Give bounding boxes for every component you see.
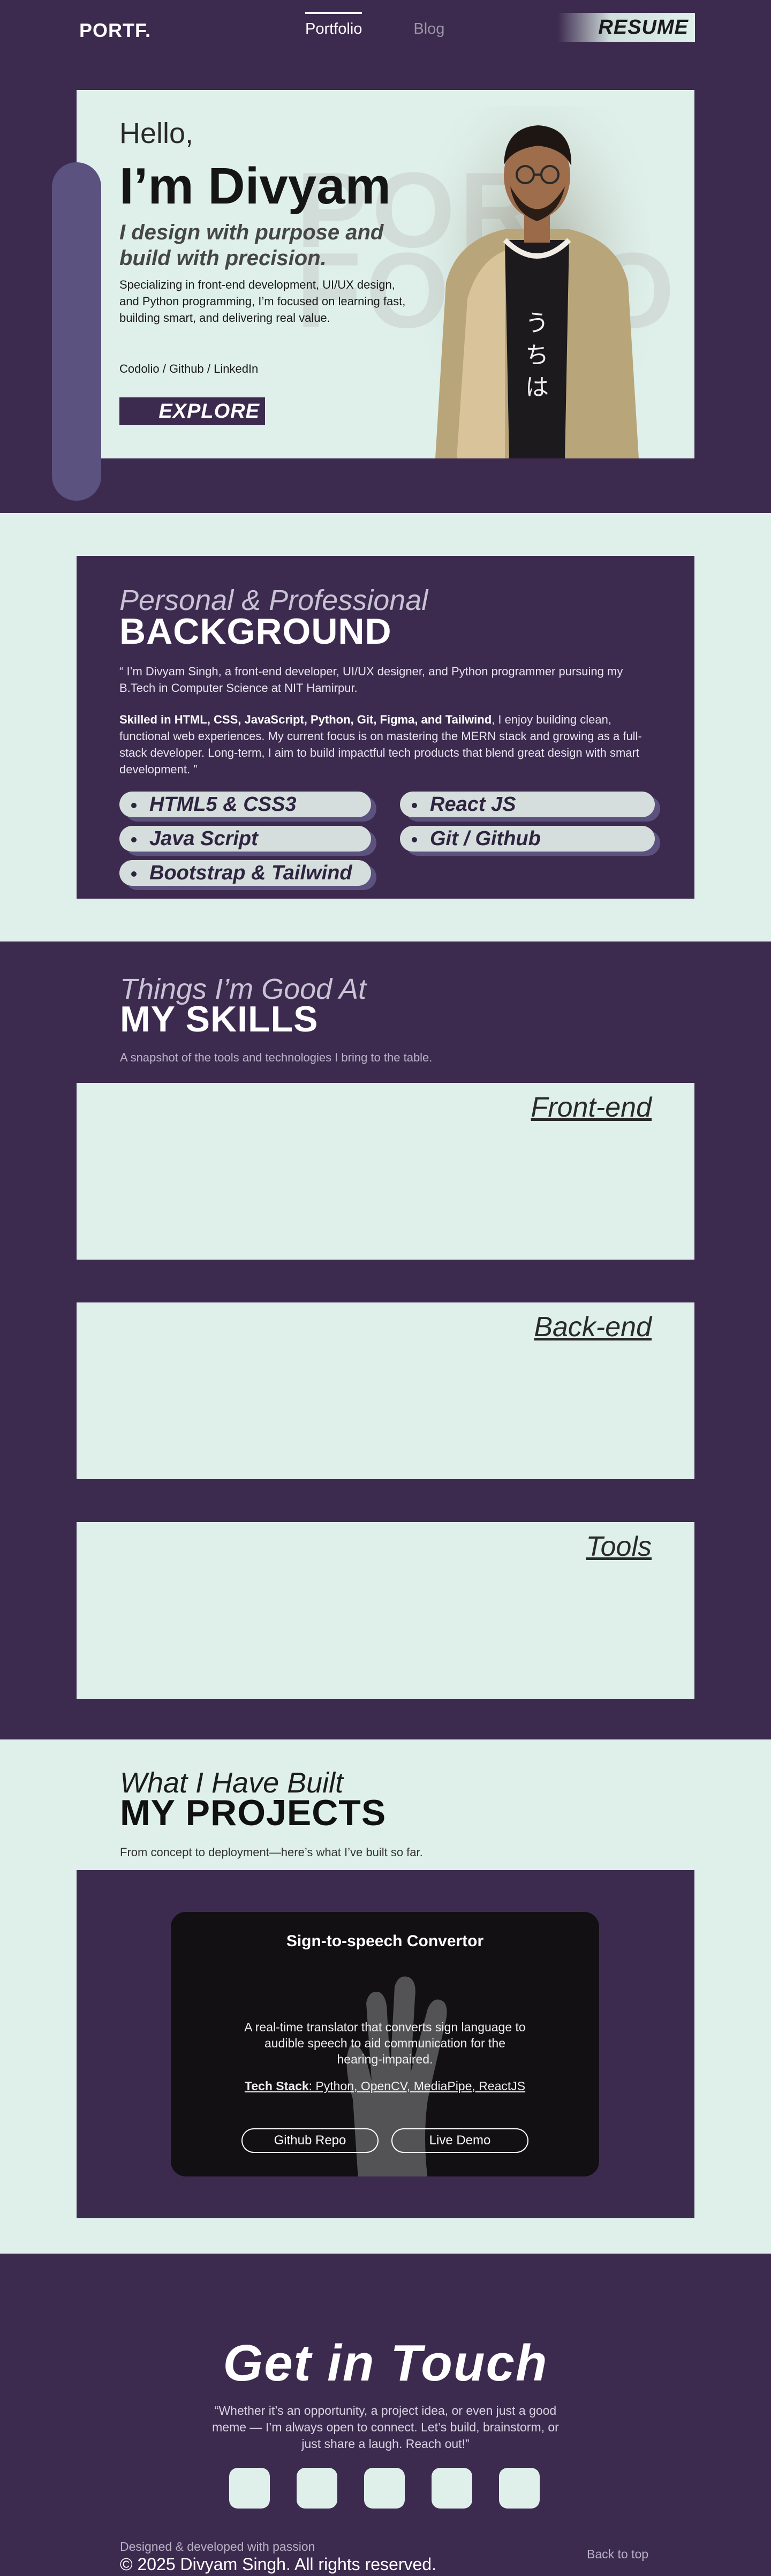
skill-box-tools: Tools <box>77 1522 694 1699</box>
background-card: Personal & Professional BACKGROUND “ I’m… <box>77 556 694 899</box>
bullet-icon <box>131 837 137 842</box>
main-nav: Portfolio Blog <box>305 12 444 38</box>
social-icon-2[interactable] <box>297 2468 337 2509</box>
site-header: PORTF. Portfolio Blog RESUME <box>0 0 771 57</box>
project-description: A real-time translator that converts sig… <box>244 2020 526 2066</box>
background-title: BACKGROUND <box>119 611 392 652</box>
bullet-icon <box>131 871 137 877</box>
background-skills-text: Skilled in HTML, CSS, JavaScript, Python… <box>119 711 655 778</box>
svg-text:は: は <box>525 374 549 401</box>
hero-section: POR FO LIO Hello, I’m Divyam I design wi… <box>0 57 771 513</box>
skills-title: MY SKILLS <box>120 999 319 1040</box>
hero-social-links[interactable]: Codolio / Github / LinkedIn <box>119 362 258 376</box>
github-repo-button[interactable]: Github Repo <box>241 2128 379 2153</box>
hero-tagline: I design with purpose and build with pre… <box>119 221 384 270</box>
contact-section: Get in Touch “Whether it’s an opportunit… <box>0 2254 771 2576</box>
footer-copyright: © 2025 Divyam Singh. All rights reserved… <box>120 2555 436 2574</box>
background-section: Personal & Professional BACKGROUND “ I’m… <box>0 513 771 941</box>
live-demo-button[interactable]: Live Demo <box>391 2128 528 2153</box>
skill-box-backend: Back-end <box>77 1302 694 1479</box>
resume-button[interactable]: RESUME <box>558 13 695 42</box>
skill-box-label: Back-end <box>534 1312 652 1343</box>
social-icon-1[interactable] <box>229 2468 270 2509</box>
projects-panel: Sign-to-speech Convertor A real-time tra… <box>77 1870 694 2218</box>
hero-name: I’m Divyam <box>119 157 391 215</box>
contact-description: “Whether it’s an opportunity, a project … <box>212 2404 559 2451</box>
project-title: Sign-to-speech Convertor <box>286 1932 484 1950</box>
social-icon-3[interactable] <box>364 2468 405 2509</box>
site-logo[interactable]: PORTF. <box>79 19 151 42</box>
nav-link-portfolio[interactable]: Portfolio <box>305 12 362 38</box>
hero-greeting: Hello, <box>119 117 194 149</box>
hero-description: Specializing in front-end development, U… <box>119 278 406 325</box>
social-icon-4[interactable] <box>432 2468 472 2509</box>
skill-box-frontend: Front-end <box>77 1083 694 1260</box>
skills-subtitle: A snapshot of the tools and technologies… <box>120 1051 433 1064</box>
svg-text:う: う <box>525 310 549 337</box>
skills-section: Things I’m Good At MY SKILLS A snapshot … <box>0 941 771 1739</box>
projects-title: MY PROJECTS <box>120 1792 387 1833</box>
projects-section: What I Have Built MY PROJECTS From conce… <box>0 1739 771 2254</box>
projects-subtitle: From concept to deployment—here’s what I… <box>120 1846 423 1859</box>
bullet-icon <box>412 837 417 842</box>
chip-react: React JS <box>400 792 655 817</box>
chip-html-css: HTML5 & CSS3 <box>119 792 371 817</box>
skill-box-label: Front-end <box>531 1092 652 1123</box>
skill-box-label: Tools <box>586 1531 652 1562</box>
hero-accent-pill <box>52 162 101 501</box>
back-to-top-link[interactable]: Back to top <box>587 2547 648 2562</box>
profile-photo: う ち は <box>425 106 649 458</box>
contact-title: Get in Touch <box>223 2334 548 2392</box>
skills-highlight: Skilled in HTML, CSS, JavaScript, Python… <box>119 713 492 726</box>
explore-button[interactable]: EXPLORE <box>119 397 265 425</box>
bullet-icon <box>412 802 417 808</box>
social-icons <box>229 2468 540 2509</box>
project-tech-stack: Tech Stack: Python, OpenCV, MediaPipe, R… <box>244 2079 526 2093</box>
social-icon-5[interactable] <box>499 2468 540 2509</box>
chip-bootstrap-tailwind: Bootstrap & Tailwind <box>119 860 371 886</box>
chip-javascript: Java Script <box>119 826 371 852</box>
svg-text:ち: ち <box>525 342 549 369</box>
footer-made-with: Designed & developed with passion <box>120 2540 315 2554</box>
hero-card: POR FO LIO Hello, I’m Divyam I design wi… <box>77 90 694 458</box>
nav-link-blog[interactable]: Blog <box>413 12 444 38</box>
project-card[interactable]: Sign-to-speech Convertor A real-time tra… <box>171 1912 599 2176</box>
bullet-icon <box>131 802 137 808</box>
chip-git: Git / Github <box>400 826 655 852</box>
background-intro: “ I’m Divyam Singh, a front-end develope… <box>119 665 623 695</box>
